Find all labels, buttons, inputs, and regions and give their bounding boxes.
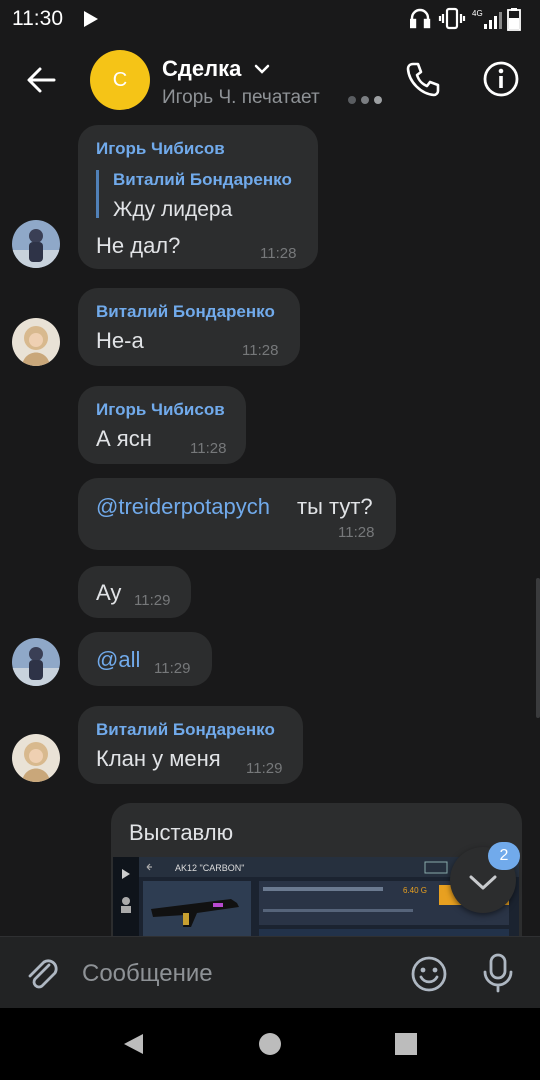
vibrate-icon [438,7,466,30]
mention-link[interactable]: @all [96,647,140,673]
unread-count-badge: 2 [488,842,520,870]
message-bubble[interactable]: Виталий Бондаренко Не-а 11:28 [78,288,300,366]
message-text: Ау [96,580,122,605]
image-item-title: AK12 "CARBON" [175,863,244,873]
message-composer [0,936,540,1009]
reply-sender: Виталий Бондаренко [113,170,292,189]
media-play-icon [84,11,98,27]
reply-text: Жду лидера [113,198,233,221]
message-input[interactable] [80,953,384,995]
message-text: Не дал? [96,233,181,258]
message-time: 11:29 [154,660,191,677]
image-price: 6.40 G [403,886,427,895]
system-navigation-bar [0,1008,540,1080]
typing-dots-icon [348,96,382,104]
message-text: ты тут? [297,494,373,519]
message-sender[interactable]: Виталий Бондаренко [96,720,275,740]
message-list[interactable]: Игорь Чибисов Виталий Бондаренко Жду лид… [0,122,540,936]
attach-paperclip-icon[interactable] [22,953,62,993]
message-time: 11:28 [242,342,279,359]
nav-recents-icon[interactable] [394,1032,418,1056]
message-sender[interactable]: Игорь Чибисов [96,139,225,159]
message-bubble[interactable]: @all 11:29 [78,632,212,686]
emoji-smile-icon[interactable] [410,955,448,993]
nav-home-icon[interactable] [258,1032,282,1056]
message-bubble[interactable]: Игорь Чибисов А ясн 11:28 [78,386,246,464]
scrollbar[interactable] [536,578,540,718]
nav-back-icon[interactable] [121,1032,145,1056]
status-icons: 4G [410,7,521,31]
typing-status: Игорь Ч. печатает [162,87,320,108]
chat-title[interactable]: Сделка [162,56,241,82]
mention-link[interactable]: @treiderpotapych [96,494,270,520]
avatar-igor[interactable] [12,220,60,268]
info-icon[interactable] [482,60,520,98]
network-type: 4G [472,9,483,18]
headset-icon [410,8,431,29]
message-time: 11:28 [260,245,297,262]
message-time: 11:28 [190,440,227,457]
status-time: 11:30 [12,7,63,30]
chevron-down-icon[interactable] [254,62,270,76]
message-bubble[interactable]: Ау 11:29 [78,566,191,618]
status-bar: 11:30 4G [0,0,540,38]
message-bubble[interactable]: @treiderpotapych ты тут? 11:28 [78,478,396,550]
signal-icon [484,12,502,29]
message-time: 11:29 [134,592,171,609]
message-sender[interactable]: Игорь Чибисов [96,400,225,420]
phone-call-icon[interactable] [404,60,442,98]
microphone-icon[interactable] [481,953,515,993]
message-time: 11:28 [338,524,375,541]
message-sender[interactable]: Виталий Бондаренко [96,302,275,322]
message-bubble[interactable]: Виталий Бондаренко Клан у меня 11:29 [78,706,303,784]
battery-icon [507,8,521,31]
message-text: Выставлю [129,820,234,845]
avatar-vitaly[interactable] [12,318,60,366]
back-arrow-icon[interactable] [22,60,62,100]
reply-quote[interactable]: Виталий Бондаренко Жду лидера [96,170,292,221]
message-time: 11:29 [246,760,283,777]
chat-avatar[interactable]: С [90,50,150,110]
message-text: А ясн [96,426,152,451]
message-text: Клан у меня [96,746,221,771]
chat-header: С Сделка Игорь Ч. печатает [0,38,540,122]
avatar-vitaly[interactable] [12,734,60,782]
message-bubble[interactable]: Игорь Чибисов Виталий Бондаренко Жду лид… [78,125,318,269]
avatar-igor[interactable] [12,638,60,686]
message-text: Не-а [96,328,144,353]
